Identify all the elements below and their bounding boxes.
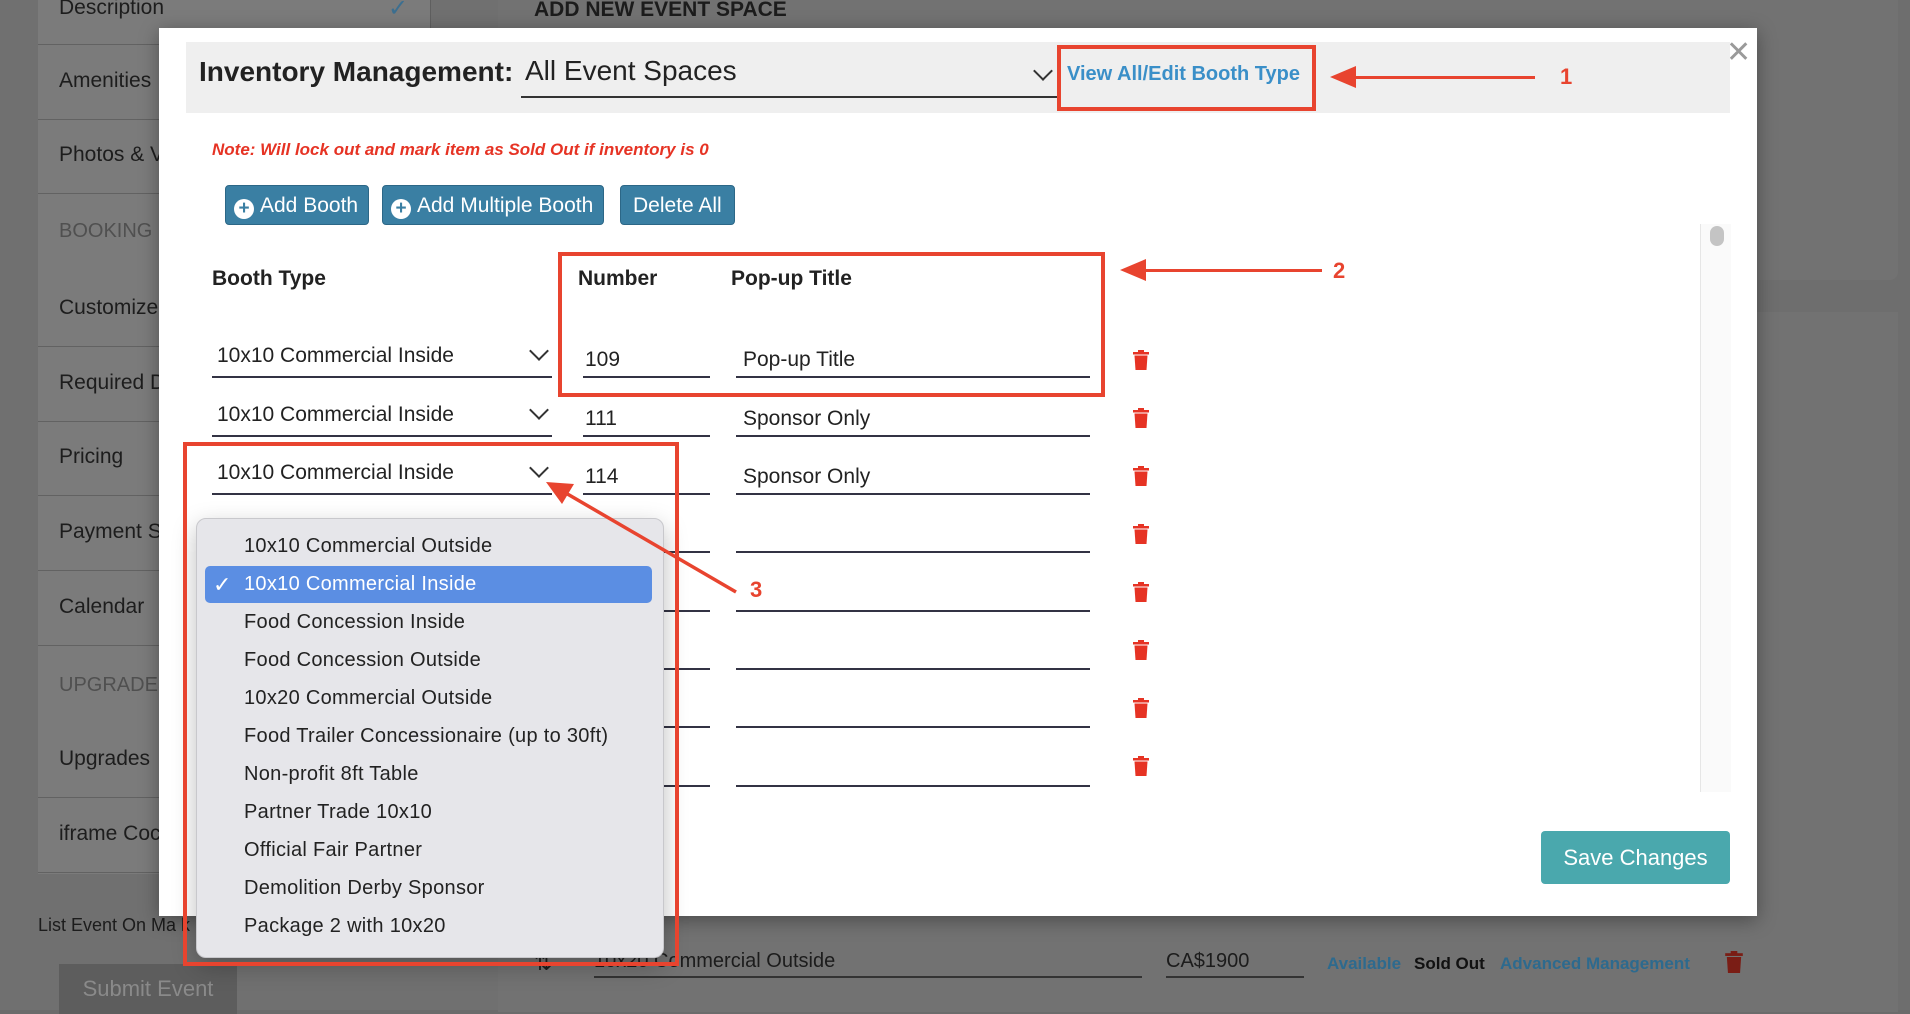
chevron-down-icon bbox=[529, 341, 549, 361]
chevron-down-icon bbox=[1033, 61, 1053, 81]
annotation-label-1: 1 bbox=[1560, 64, 1573, 89]
plus-circle-icon: + bbox=[391, 199, 411, 219]
chevron-down-icon bbox=[529, 400, 549, 420]
sidebar-section-upgrades: UPGRADES bbox=[59, 674, 172, 696]
check-icon: ✓ bbox=[388, 0, 409, 22]
event-space-select[interactable]: All Event Spaces bbox=[521, 52, 1057, 98]
annotation-box-2 bbox=[558, 252, 1105, 397]
column-header-booth-type: Booth Type bbox=[212, 267, 326, 290]
popup-title-input[interactable] bbox=[736, 511, 1090, 553]
popup-title-input[interactable]: Sponsor Only bbox=[736, 395, 1090, 437]
trash-icon[interactable] bbox=[1133, 524, 1149, 544]
submit-event-button[interactable]: Submit Event bbox=[59, 964, 237, 1014]
available-link[interactable]: Available bbox=[1327, 954, 1401, 974]
arrowhead-icon bbox=[1330, 66, 1356, 88]
sold-out-link[interactable]: Sold Out bbox=[1414, 954, 1485, 974]
annotation-arrow-2 bbox=[1140, 269, 1322, 272]
booth-type-select[interactable]: 10x10 Commercial Inside bbox=[212, 336, 552, 378]
popup-title-input[interactable] bbox=[736, 628, 1090, 670]
trash-icon[interactable] bbox=[1133, 640, 1149, 660]
list-event-label: List Event On Ma k bbox=[38, 915, 191, 935]
plus-circle-icon: + bbox=[234, 199, 254, 219]
annotation-label-3: 3 bbox=[750, 577, 763, 602]
popup-title-input[interactable] bbox=[736, 570, 1090, 612]
popup-title-input[interactable]: Sponsor Only bbox=[736, 453, 1090, 495]
modal-scrollbar-thumb[interactable] bbox=[1710, 226, 1724, 246]
popup-title-input[interactable] bbox=[736, 745, 1090, 787]
add-booth-button[interactable]: + Add Booth bbox=[225, 185, 370, 225]
trash-icon[interactable] bbox=[1133, 698, 1149, 718]
inventory-note: Note: Will lock out and mark item as Sol… bbox=[212, 140, 709, 159]
trash-icon[interactable] bbox=[1133, 756, 1149, 776]
popup-title-input[interactable] bbox=[736, 686, 1090, 728]
annotation-label-2: 2 bbox=[1333, 258, 1346, 283]
arrowhead-icon bbox=[1120, 259, 1146, 281]
annotation-arrow-1 bbox=[1350, 76, 1535, 79]
advanced-management-link[interactable]: Advanced Management bbox=[1500, 954, 1690, 974]
bottom-trash-icon[interactable] bbox=[1725, 951, 1743, 973]
add-multiple-booth-button[interactable]: + Add Multiple Booth bbox=[382, 185, 605, 225]
trash-icon[interactable] bbox=[1133, 408, 1149, 428]
page-heading: ADD NEW EVENT SPACE bbox=[534, 0, 787, 21]
trash-icon[interactable] bbox=[1133, 466, 1149, 486]
bottom-price[interactable]: CA$1900 bbox=[1166, 950, 1304, 978]
modal-scrollbar[interactable] bbox=[1700, 224, 1731, 792]
trash-icon[interactable] bbox=[1133, 350, 1149, 370]
sidebar-section-booking: BOOKING bbox=[59, 220, 153, 242]
modal-title: Inventory Management: bbox=[199, 56, 514, 87]
save-changes-button[interactable]: Save Changes bbox=[1541, 831, 1730, 884]
annotation-box-1 bbox=[1057, 45, 1316, 111]
delete-all-button[interactable]: Delete All bbox=[620, 185, 735, 225]
annotation-arrow-3 bbox=[546, 482, 737, 594]
trash-icon[interactable] bbox=[1133, 582, 1149, 602]
booth-number-input[interactable]: 111 bbox=[583, 395, 710, 437]
booth-type-select[interactable]: 10x10 Commercial Inside bbox=[212, 395, 552, 437]
